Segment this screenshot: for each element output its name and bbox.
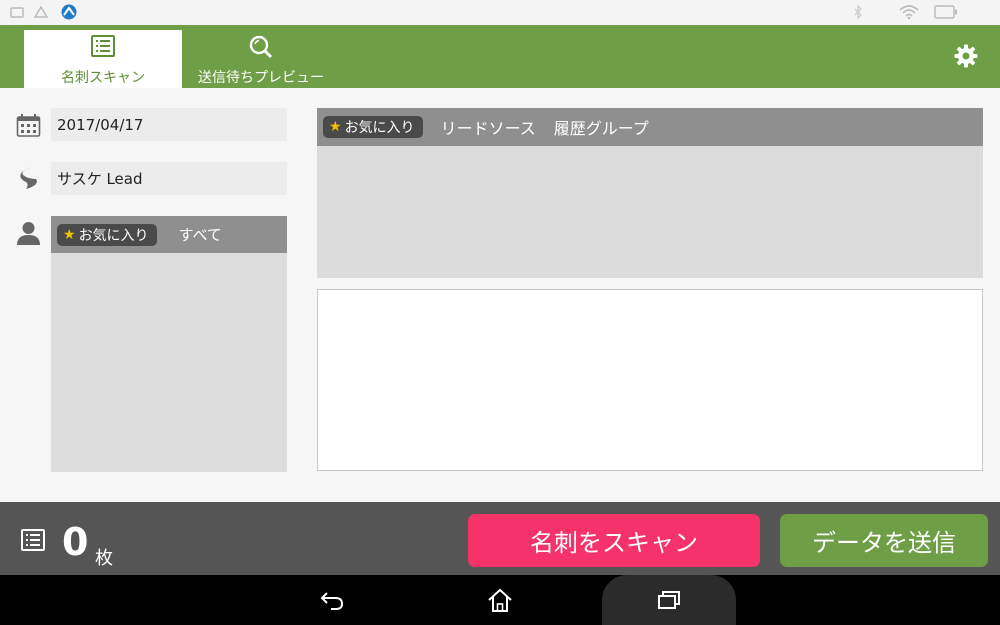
contact-filter-panel: ★ お気に入り すべて: [51, 216, 287, 472]
favorite-label-right: お気に入り: [344, 120, 415, 136]
date-field[interactable]: 2017/04/17: [51, 108, 287, 141]
lead-source-icon: [16, 165, 41, 195]
home-icon[interactable]: [474, 575, 526, 625]
bluetooth-icon: [853, 4, 863, 20]
scan-count: 0: [62, 520, 89, 564]
battery-icon: [934, 4, 958, 20]
tab-card-scan[interactable]: 名刺スキャン: [24, 30, 182, 88]
recent-apps-icon[interactable]: [643, 575, 695, 625]
star-icon: ★: [329, 119, 342, 135]
history-group-tab[interactable]: 履歴グループ: [554, 115, 649, 139]
back-icon[interactable]: [306, 575, 358, 625]
favorite-chip-right[interactable]: ★ お気に入り: [323, 116, 423, 138]
wifi-icon: [898, 4, 920, 20]
status-bar: [0, 0, 1000, 25]
tab-card-scan-label: 名刺スキャン: [61, 70, 145, 86]
scan-count-unit: 枚: [95, 548, 113, 569]
lead-source-panel: ★ お気に入り リードソース 履歴グループ: [317, 108, 983, 278]
bottom-bar: 0 枚 名刺をスキャン データを送信: [0, 502, 1000, 575]
person-icon: [16, 220, 41, 250]
send-data-button[interactable]: データを送信: [780, 514, 988, 567]
alert-icon: [34, 4, 48, 20]
system-nav-bar: [0, 575, 1000, 625]
lead-source-tab[interactable]: リードソース: [441, 115, 536, 139]
tab-pending-preview[interactable]: 送信待ちプレビュー: [186, 30, 336, 88]
tab-pending-preview-label: 送信待ちプレビュー: [198, 70, 324, 86]
favorite-chip[interactable]: ★ お気に入り: [57, 223, 157, 246]
search-icon: [248, 34, 274, 64]
app-icon: [60, 4, 78, 20]
gear-icon[interactable]: [952, 42, 980, 70]
all-filter[interactable]: すべて: [179, 224, 222, 245]
calendar-icon: [16, 113, 41, 142]
content-area[interactable]: [317, 289, 983, 471]
lead-source-panel-header: ★ お気に入り リードソース 履歴グループ: [317, 108, 983, 146]
screenshot-icon: [10, 4, 24, 20]
card-list-icon: [90, 34, 116, 62]
app-header: 名刺スキャン 送信待ちプレビュー: [0, 25, 1000, 88]
scan-card-button[interactable]: 名刺をスキャン: [468, 514, 760, 567]
star-icon: ★: [63, 226, 76, 243]
contact-filter-header: ★ お気に入り すべて: [51, 216, 287, 253]
favorite-label: お気に入り: [78, 227, 149, 244]
card-list-icon: [20, 528, 46, 556]
lead-source-field[interactable]: サスケ Lead: [51, 162, 287, 195]
